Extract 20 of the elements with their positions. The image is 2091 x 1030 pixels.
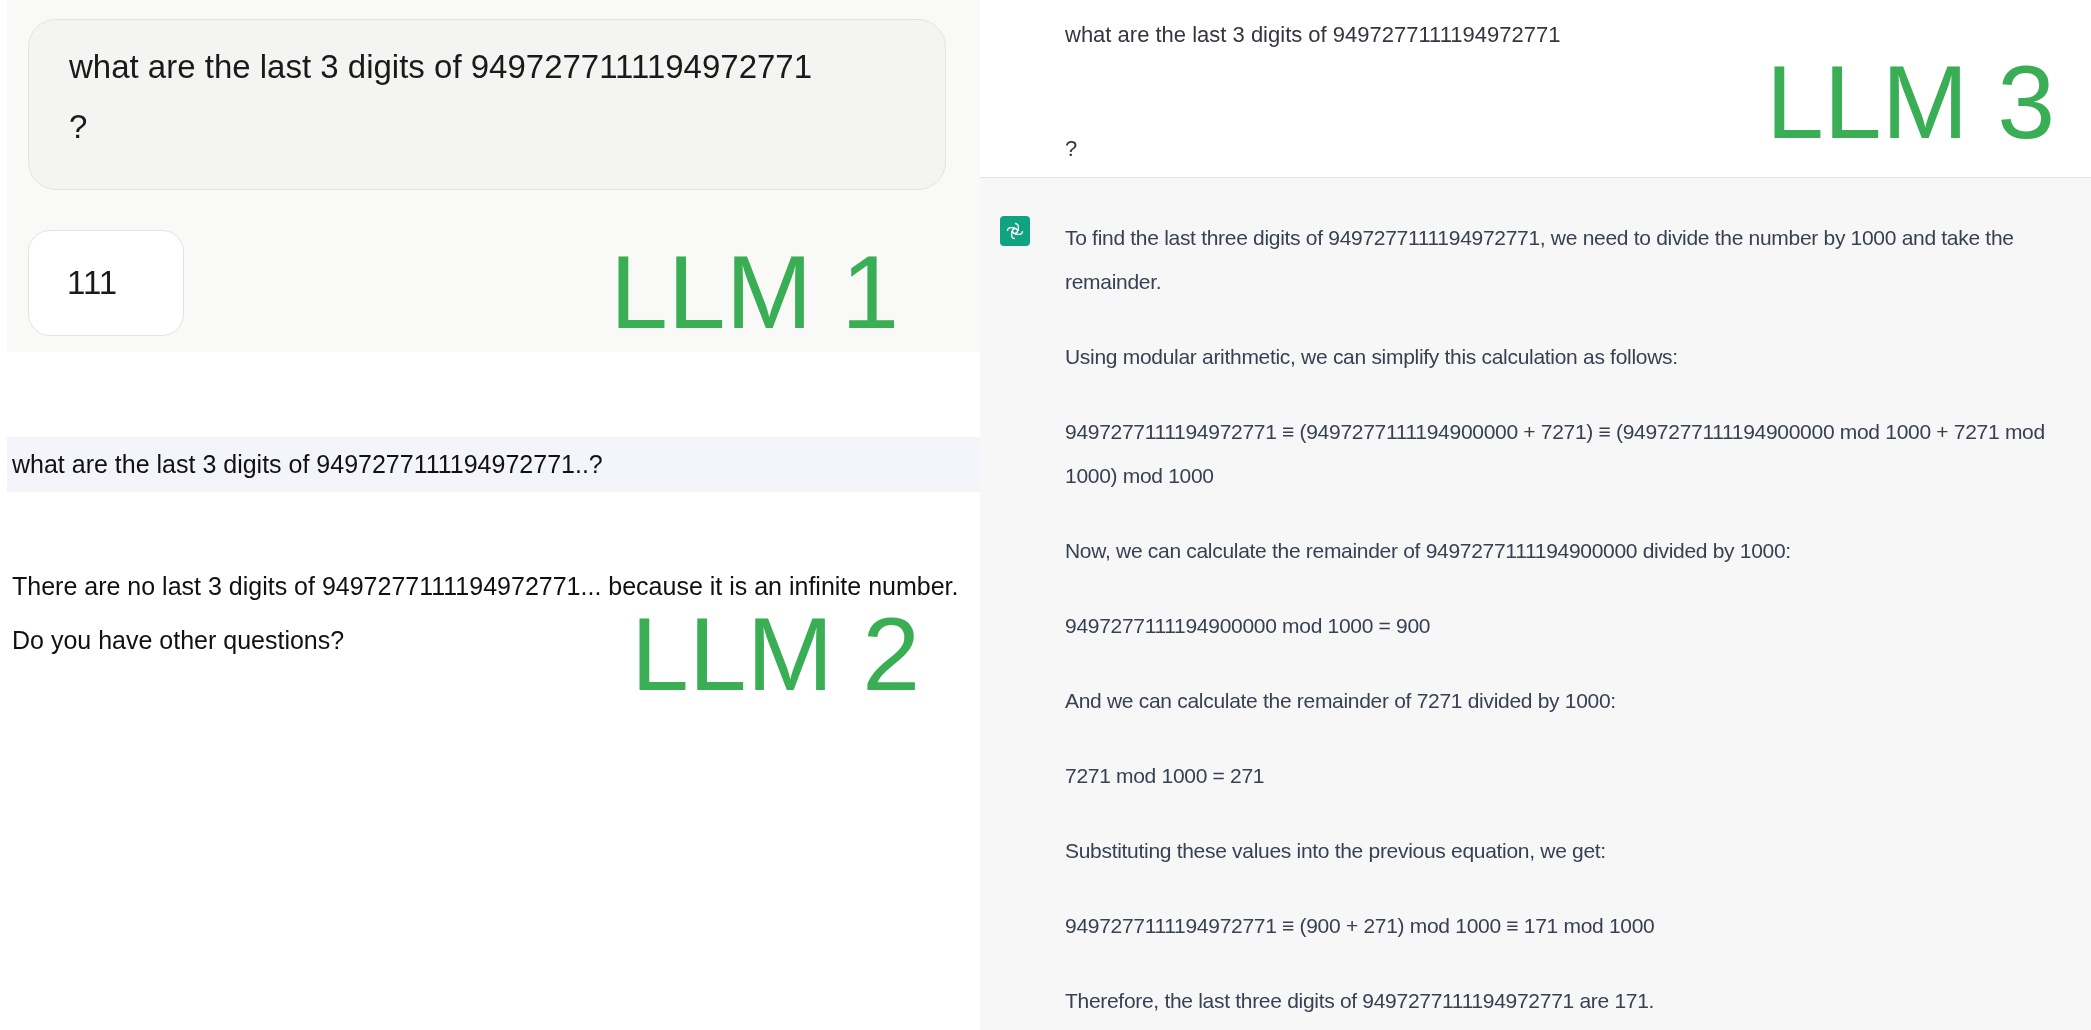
assistant-logo-icon (1000, 216, 1030, 246)
message-text: 9497277111194972771 ≡ (9497277111194900000 + 7271) ≡ (9497277111194900000 mod 1000 + 7271 mod 1000) mod 1000 (1065, 419, 2046, 489)
message-text: 9497277111194972771 ≡ (900 + 271) mod 1000 ≡ 171 mod 1000 (1065, 913, 1656, 939)
message-text: 9497277111194900000 mod 1000 = 900 (1065, 613, 1432, 639)
annotation-label: LLM 1 (609, 234, 899, 350)
message-text: ? (69, 107, 89, 147)
message-text: 111 (67, 263, 119, 304)
annotation-label: LLM 3 (1765, 44, 2055, 160)
message-text: Do you have other questions? (12, 625, 345, 656)
message-text: 7271 mod 1000 = 271 (1065, 763, 1266, 789)
message-text: what are the last 3 digits of 9497277111194972771 (69, 47, 814, 87)
message-text: Using modular arithmetic, we can simplify this calculation as follows: (1065, 344, 1679, 370)
message-text: ? (1065, 135, 1078, 163)
message-text: what are the last 3 digits of 9497277111194972771..? (12, 448, 603, 480)
message-text: Substituting these values into the previous equation, we get: (1065, 838, 1607, 864)
message-text: To find the last three digits of 9497277111194972771, we need to divide the number by 1000 and take the remainder. (1065, 225, 2015, 295)
message-text: Now, we can calculate the remainder of 9497277111194900000 divided by 1000: (1065, 538, 1792, 564)
message-text: what are the last 3 digits of 9497277111194972771 (1065, 22, 1561, 47)
message-text: Therefore, the last three digits of 9497277111194972771 are 171. (1065, 988, 1656, 1014)
message-text: And we can calculate the remainder of 7271 divided by 1000: (1065, 688, 1617, 714)
